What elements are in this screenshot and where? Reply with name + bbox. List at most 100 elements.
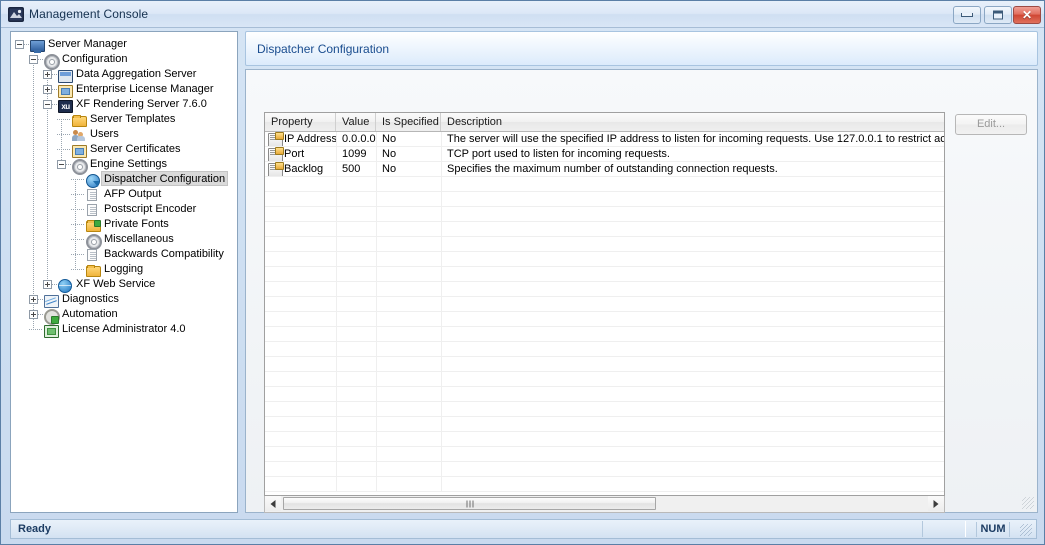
edit-button[interactable]: Edit...	[955, 114, 1027, 135]
grid-column-header-is-specified[interactable]: Is Specified	[376, 113, 441, 131]
table-row[interactable]	[265, 342, 944, 357]
tree-line	[71, 194, 85, 195]
page-title: Dispatcher Configuration	[257, 42, 390, 56]
grid-cell-is-specified: No	[382, 148, 397, 160]
table-row[interactable]	[265, 222, 944, 237]
grid-column-separator	[376, 177, 377, 191]
table-row[interactable]	[265, 402, 944, 417]
minimize-button[interactable]	[953, 6, 981, 24]
table-row[interactable]: Port 1099 No TCP port used to listen for in…	[265, 147, 944, 162]
table-row[interactable]	[265, 477, 944, 492]
grid-column-separator	[376, 372, 377, 386]
expand-icon[interactable]	[29, 310, 38, 319]
grid-column-separator	[441, 447, 442, 461]
gear-icon	[71, 158, 88, 175]
grid-column-separator	[441, 267, 442, 281]
table-row[interactable]	[265, 417, 944, 432]
property-grid[interactable]: Property Value Is Specified Description IP …	[264, 112, 945, 496]
table-row[interactable]	[265, 312, 944, 327]
app-icon	[8, 7, 24, 22]
window-title: Management Console	[29, 7, 149, 21]
close-icon: ✕	[1021, 8, 1033, 22]
panel-resize-grip-icon[interactable]	[1022, 497, 1034, 509]
expand-icon[interactable]	[43, 280, 52, 289]
scroll-left-arrow[interactable]	[265, 496, 281, 511]
table-row[interactable]	[265, 462, 944, 477]
grid-column-header-value[interactable]: Value	[336, 113, 376, 131]
table-row[interactable]	[265, 372, 944, 387]
grid-column-header-description[interactable]: Description	[441, 113, 944, 131]
document-icon	[85, 203, 100, 217]
table-row[interactable]	[265, 177, 944, 192]
table-row[interactable]	[265, 447, 944, 462]
tree-item-label: XF Rendering Server 7.6.0	[76, 98, 207, 110]
tree-item-label: Server Certificates	[90, 143, 181, 155]
grid-column-separator	[336, 267, 337, 281]
grid-column-separator	[376, 222, 377, 236]
horizontal-scrollbar[interactable]	[264, 496, 945, 513]
grid-column-separator	[441, 177, 442, 191]
right-triangle-icon	[933, 499, 939, 508]
table-row[interactable]	[265, 297, 944, 312]
folder-green-icon	[85, 218, 101, 232]
grid-column-separator	[376, 297, 377, 311]
collapse-icon[interactable]	[43, 100, 52, 109]
grid-column-separator	[376, 327, 377, 341]
table-row[interactable]	[265, 207, 944, 222]
grid-body[interactable]: IP Address 0.0.0.0 No The server will use t…	[265, 132, 944, 495]
grid-column-separator	[441, 372, 442, 386]
grid-column-separator	[441, 297, 442, 311]
horizontal-scroll-thumb[interactable]	[283, 497, 656, 510]
grid-column-separator	[376, 252, 377, 266]
grid-cell-value: 500	[342, 163, 361, 175]
grid-column-separator	[336, 237, 337, 251]
grid-column-separator	[336, 447, 337, 461]
grid-column-separator	[441, 192, 442, 206]
grid-column-separator	[336, 252, 337, 266]
table-row[interactable]	[265, 357, 944, 372]
grid-column-separator	[441, 432, 442, 446]
grid-column-separator	[441, 312, 442, 326]
table-row[interactable]: Backlog 500 No Specifies the maximum number…	[265, 162, 944, 177]
close-button[interactable]: ✕	[1013, 6, 1041, 24]
grid-column-separator	[376, 312, 377, 326]
table-row[interactable]	[265, 282, 944, 297]
maximize-button[interactable]	[984, 6, 1012, 24]
grid-column-header-property[interactable]: Property	[265, 113, 336, 131]
collapse-icon[interactable]	[29, 55, 38, 64]
document-icon	[85, 248, 100, 262]
window-resize-grip-icon[interactable]	[1020, 524, 1032, 536]
property-icon	[268, 132, 284, 146]
table-row[interactable]	[265, 252, 944, 267]
grid-column-separator	[336, 342, 337, 356]
tree-item-label: Postscript Encoder	[104, 203, 197, 215]
navigation-tree[interactable]: Server Manager Configuration Data Aggregat…	[10, 31, 238, 513]
tree-item-label: Enterprise License Manager	[76, 83, 214, 95]
grid-header-row: Property Value Is Specified Description	[265, 113, 944, 132]
grid-column-separator	[376, 282, 377, 296]
table-row[interactable]	[265, 192, 944, 207]
expand-icon[interactable]	[43, 70, 52, 79]
table-row[interactable]	[265, 387, 944, 402]
grid-cell-property: IP Address	[265, 132, 336, 146]
table-row[interactable]	[265, 267, 944, 282]
table-row[interactable]	[265, 237, 944, 252]
table-row[interactable]	[265, 432, 944, 447]
table-row[interactable]	[265, 327, 944, 342]
tree-line	[61, 119, 62, 164]
expand-icon[interactable]	[43, 85, 52, 94]
tree-item-label: Configuration	[62, 53, 128, 65]
grid-cell-value: 0.0.0.0	[342, 133, 376, 145]
grid-column-separator	[336, 222, 337, 236]
grid-column-separator	[336, 417, 337, 431]
grid-column-separator	[376, 342, 377, 356]
table-row[interactable]: IP Address 0.0.0.0 No The server will use t…	[265, 132, 944, 147]
scroll-right-arrow[interactable]	[928, 496, 944, 511]
collapse-icon[interactable]	[15, 40, 24, 49]
tree-line	[71, 254, 85, 255]
collapse-icon[interactable]	[57, 160, 66, 169]
expand-icon[interactable]	[29, 295, 38, 304]
tree-line	[71, 224, 85, 225]
tree-item-label: Server Manager	[48, 38, 127, 50]
tree-line	[29, 329, 43, 330]
